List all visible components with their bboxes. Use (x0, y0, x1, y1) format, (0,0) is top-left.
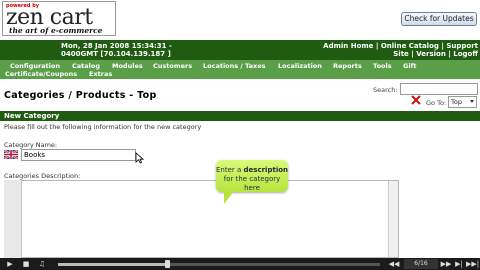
video-player-bar: ▶ ■ ♫ ◀◀ 6/16 ▶▶ ▶| ▶▶| (0, 258, 480, 270)
search-input[interactable] (400, 83, 478, 95)
goto-select[interactable]: Top (448, 96, 477, 108)
play-icon[interactable]: ▶ (4, 259, 16, 269)
end-icon[interactable]: ▶▶| (466, 259, 479, 269)
header-links[interactable]: Admin Home | Online Catalog | Support Si… (323, 42, 478, 58)
page-title: Categories / Products - Top (4, 90, 157, 101)
category-description-textarea[interactable] (4, 180, 399, 258)
menu-item-configuration[interactable]: Configuration (10, 62, 60, 70)
zen-cart-logo: powered by zen cart the art of e-commerc… (2, 1, 116, 36)
search-label: Search: (373, 86, 398, 94)
menu-item-gift[interactable]: Gift (403, 62, 417, 70)
tooltip-text-line2: for the category here (223, 175, 281, 192)
category-name-label: Category Name: (4, 141, 58, 149)
menu-item-certificate-coupons[interactable]: Certificate/Coupons (5, 70, 77, 78)
next-icon[interactable]: ▶| (453, 259, 465, 269)
menu-item-extras[interactable]: Extras (89, 70, 112, 78)
admin-menu-bar: Configuration Catalog Modules Customers … (0, 60, 480, 79)
mouse-cursor-icon (135, 152, 144, 164)
progress-fill (58, 263, 167, 266)
editor-gutter (4, 180, 22, 258)
progress-handle[interactable] (165, 260, 170, 268)
section-heading: New Category (0, 111, 480, 121)
uk-flag-icon (4, 150, 18, 159)
header-links-line2[interactable]: Site | Version | Logoff (323, 50, 478, 58)
stop-icon[interactable]: ■ (20, 259, 32, 269)
tooltip-text-pre: Enter a (216, 166, 244, 174)
logo-tagline: the art of e-commerce (9, 26, 103, 35)
close-x-icon[interactable] (411, 95, 421, 105)
slide-counter: 6/16 (404, 259, 438, 269)
menu-item-locations-taxes[interactable]: Locations / Taxes (203, 62, 266, 70)
admin-header-bar: Mon, 28 Jan 2008 15:34:31 - 0400GMT [70.… (0, 40, 480, 60)
header-date-line2: 0400GMT [70.104.139.187 ] (61, 50, 171, 58)
menu-item-customers[interactable]: Customers (153, 62, 192, 70)
tooltip-text-bold: description (243, 166, 289, 174)
menu-item-tools[interactable]: Tools (373, 62, 392, 70)
check-for-updates-button[interactable]: Check for Updates (401, 12, 477, 26)
chevron-down-icon (470, 100, 474, 103)
category-name-input[interactable]: Books (21, 149, 136, 161)
fast-forward-icon[interactable]: ▶▶ (440, 259, 452, 269)
header-date: Mon, 28 Jan 2008 15:34:31 - 0400GMT [70.… (61, 42, 191, 58)
menu-item-modules[interactable]: Modules (112, 62, 143, 70)
menu-item-localization[interactable]: Localization (278, 62, 322, 70)
menu-item-reports[interactable]: Reports (333, 62, 362, 70)
goto-select-value: Top (451, 98, 462, 106)
volume-icon[interactable]: ♫ (36, 259, 48, 269)
goto-label: Go To: (426, 99, 447, 107)
description-tooltip: Enter a description for the category her… (216, 160, 288, 192)
category-description-label: Categories Description: (4, 172, 81, 180)
editor-scrollbar[interactable] (388, 181, 398, 257)
rewind-icon[interactable]: ◀◀ (388, 259, 400, 269)
section-instructions: Please fill out the following informatio… (4, 123, 202, 131)
tooltip-arrow (224, 191, 234, 204)
menu-item-catalog[interactable]: Catalog (72, 62, 100, 70)
header-date-line1: Mon, 28 Jan 2008 15:34:31 - (61, 42, 172, 50)
header-links-line1[interactable]: Admin Home | Online Catalog | Support (323, 42, 478, 50)
